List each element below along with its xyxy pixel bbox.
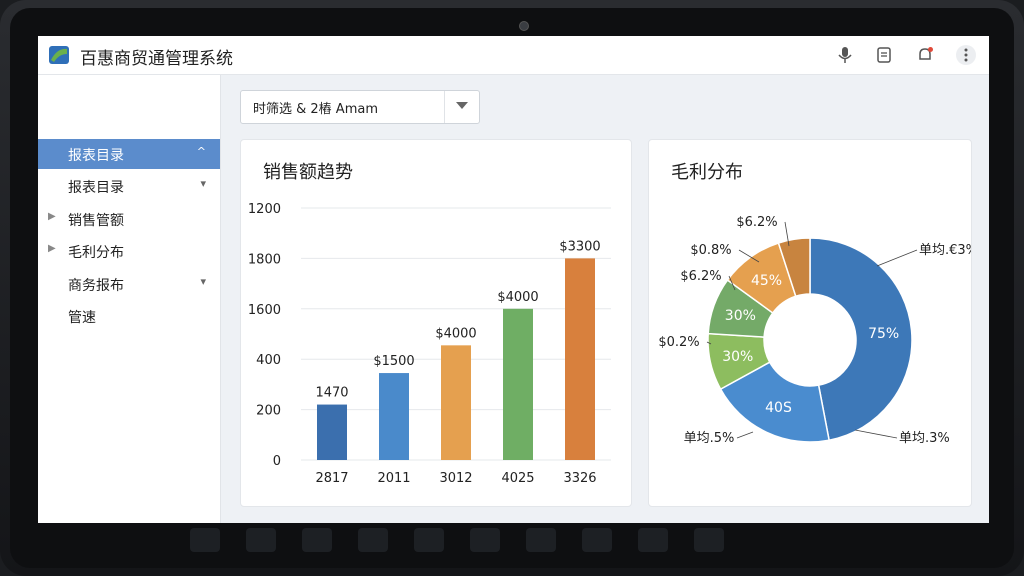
taskbar-app-icon[interactable]: [190, 528, 220, 552]
chevron-down-icon: ▾: [200, 275, 206, 288]
bar: [441, 345, 471, 460]
callout-line: [876, 249, 918, 267]
outer-slice-label: 单均.5%: [684, 431, 735, 446]
camera-icon: [519, 21, 529, 31]
bar-data-label: $3300: [559, 239, 600, 254]
callout-line: [854, 429, 898, 439]
taskbar-app-icon[interactable]: [526, 528, 556, 552]
taskbar-app-icon[interactable]: [358, 528, 388, 552]
slice-label: 30%: [722, 349, 753, 365]
y-tick-label: 0: [273, 454, 281, 469]
app-logo-icon: [49, 46, 69, 64]
sidebar-item-business[interactable]: 商务报布 ▾: [38, 269, 220, 299]
app-title: 百惠商贸通管理系统: [80, 49, 233, 69]
slice-label: 75%: [868, 326, 899, 342]
outer-slice-label: $6.2%: [680, 269, 721, 284]
more-icon[interactable]: [955, 44, 977, 66]
slice-label: 30%: [725, 308, 756, 324]
y-tick-label: 1600: [248, 303, 281, 318]
taskbar-app-icon[interactable]: [638, 528, 668, 552]
sidebar: 报表目录 ^ 报表目录 ▾ ▶ 销售管额 ▶ 毛利分布 商务报布 ▾ 管速: [38, 75, 221, 523]
sidebar-item-label: 管速: [68, 310, 96, 326]
taskbar: [180, 528, 880, 558]
y-tick-label: 400: [256, 353, 281, 368]
bar-data-label: $4000: [497, 290, 538, 305]
x-tick-label: 3012: [439, 471, 472, 486]
sidebar-item-label: 报表目录: [68, 180, 124, 196]
taskbar-app-icon[interactable]: [470, 528, 500, 552]
slice-label: 45%: [751, 273, 782, 289]
sidebar-item-report-catalog-sub[interactable]: 报表目录 ▾: [38, 171, 220, 201]
outer-slice-label: $6.2%: [736, 215, 777, 230]
taskbar-app-icon[interactable]: [582, 528, 612, 552]
taskbar-app-icon[interactable]: [414, 528, 444, 552]
outer-slice-label: $0.2%: [658, 335, 699, 350]
sidebar-item-label: 报表目录: [68, 148, 124, 164]
profit-distribution-card: 毛利分布 75% 40S 30% 30% 45% $6.2% $0.8% $6.2% $0.2%…: [648, 139, 972, 507]
bar-data-label: $4000: [435, 326, 476, 341]
x-tick-label: 2817: [315, 471, 348, 486]
caret-right-icon: ▶: [48, 243, 56, 254]
top-bar: 百惠商贸通管理系统: [38, 36, 989, 75]
taskbar-app-icon[interactable]: [694, 528, 724, 552]
x-tick-label: 4025: [501, 471, 534, 486]
sales-trend-card: 销售额趋势 1200 1800 1600 400 200 0 1470 2817 $1500 20…: [240, 139, 632, 507]
bar: [565, 258, 595, 460]
x-tick-label: 2011: [377, 471, 410, 486]
app-screen: 百惠商贸通管理系统 报表目录 ^ 报表目录 ▾ ▶ 销售管额 ▶ 毛利分布 商务…: [38, 36, 989, 523]
bar: [379, 373, 409, 460]
dropdown-caret-icon[interactable]: [444, 91, 479, 123]
bar-data-label: 1470: [315, 386, 348, 401]
sidebar-item-label: 商务报布: [68, 278, 124, 294]
sidebar-item-label: 销售管额: [68, 213, 124, 229]
x-tick-label: 3326: [563, 471, 596, 486]
chevron-up-icon: ^: [196, 145, 206, 158]
sidebar-item-manage[interactable]: 管速: [38, 301, 220, 331]
slice-label: 40S: [765, 400, 792, 416]
bar-data-label: $1500: [373, 354, 414, 369]
outer-slice-label: 单均.3%: [899, 431, 950, 446]
taskbar-app-icon[interactable]: [246, 528, 276, 552]
sidebar-item-profit[interactable]: ▶ 毛利分布: [38, 236, 220, 266]
caret-right-icon: ▶: [48, 211, 56, 222]
sidebar-item-sales[interactable]: ▶ 销售管额: [38, 204, 220, 234]
bar: [503, 308, 533, 460]
sidebar-item-label: 毛利分布: [68, 245, 124, 261]
microphone-icon[interactable]: [836, 46, 854, 64]
sidebar-item-report-catalog[interactable]: 报表目录 ^: [38, 139, 220, 169]
sales-bar-chart: 1200 1800 1600 400 200 0 1470 2817 $1500 2011 $400…: [248, 202, 611, 486]
outer-slice-label: 单均.€3%: [919, 243, 971, 258]
bar: [317, 404, 347, 460]
outer-slice-label: $0.8%: [690, 243, 731, 258]
filter-value: 时筛选 & 2樁 Amam: [253, 102, 378, 117]
notification-icon[interactable]: [916, 46, 934, 64]
taskbar-app-icon[interactable]: [302, 528, 332, 552]
time-filter-select[interactable]: 时筛选 & 2樁 Amam: [240, 90, 480, 124]
chevron-down-icon: ▾: [200, 177, 206, 190]
document-icon[interactable]: [875, 46, 893, 64]
y-tick-label: 1200: [248, 202, 281, 217]
y-tick-label: 1800: [248, 252, 281, 267]
profit-donut-chart: 75% 40S 30% 30% 45% $6.2% $0.8% $6.2% $0.2% 单均.5%…: [658, 215, 971, 446]
y-tick-label: 200: [256, 404, 281, 419]
callout-line: [736, 431, 754, 439]
